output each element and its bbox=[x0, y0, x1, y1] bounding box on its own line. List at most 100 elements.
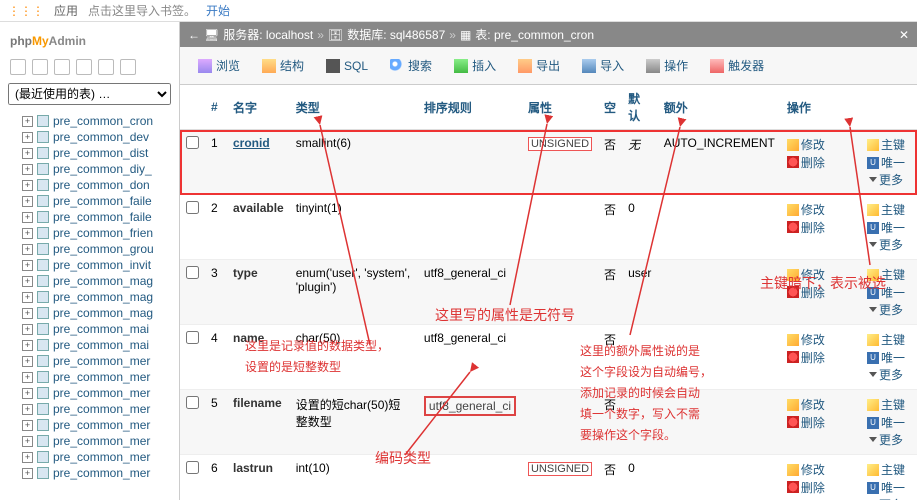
expand-icon[interactable]: + bbox=[22, 292, 33, 303]
tree-item[interactable]: +pre_common_mer bbox=[0, 417, 179, 433]
primary-action[interactable]: 主键 bbox=[867, 136, 905, 153]
tree-item[interactable]: +pre_common_mer bbox=[0, 401, 179, 417]
drop-action[interactable]: 删除 bbox=[787, 219, 825, 236]
tree-item[interactable]: +pre_common_don bbox=[0, 177, 179, 193]
hdr-type[interactable]: 类型 bbox=[290, 85, 418, 130]
tab-search[interactable]: 搜索 bbox=[380, 53, 442, 78]
tree-item[interactable]: +pre_common_faile bbox=[0, 193, 179, 209]
more-action[interactable]: 更多 bbox=[867, 431, 903, 448]
logout-icon[interactable] bbox=[32, 59, 48, 75]
tree-item[interactable]: +pre_common_mai bbox=[0, 337, 179, 353]
row-checkbox[interactable] bbox=[186, 396, 199, 409]
tree-item[interactable]: +pre_common_faile bbox=[0, 209, 179, 225]
expand-icon[interactable]: + bbox=[22, 148, 33, 159]
apps-label[interactable]: 应用 bbox=[54, 2, 78, 19]
expand-icon[interactable]: + bbox=[22, 436, 33, 447]
sql-icon[interactable] bbox=[54, 59, 70, 75]
hdr-collation[interactable]: 排序规则 bbox=[418, 85, 522, 130]
expand-icon[interactable]: + bbox=[22, 340, 33, 351]
tree-item[interactable]: +pre_common_mer bbox=[0, 449, 179, 465]
unique-action[interactable]: U唯一 bbox=[867, 219, 905, 236]
bc-server[interactable]: 服务器: localhost bbox=[223, 26, 313, 43]
edit-action[interactable]: 修改 bbox=[787, 266, 825, 283]
expand-icon[interactable]: + bbox=[22, 164, 33, 175]
unique-action[interactable]: U唯一 bbox=[867, 414, 905, 431]
expand-icon[interactable]: + bbox=[22, 244, 33, 255]
edit-action[interactable]: 修改 bbox=[787, 136, 825, 153]
drop-action[interactable]: 删除 bbox=[787, 284, 825, 301]
tab-structure[interactable]: 结构 bbox=[252, 53, 314, 78]
tree-item[interactable]: +pre_common_mag bbox=[0, 289, 179, 305]
hdr-attr[interactable]: 属性 bbox=[522, 85, 598, 130]
tab-sql[interactable]: SQL bbox=[316, 53, 378, 78]
row-checkbox[interactable] bbox=[186, 136, 199, 149]
edit-action[interactable]: 修改 bbox=[787, 201, 825, 218]
primary-action[interactable]: 主键 bbox=[867, 461, 905, 478]
tree-item[interactable]: +pre_common_frien bbox=[0, 225, 179, 241]
expand-icon[interactable]: + bbox=[22, 116, 33, 127]
tree-item[interactable]: +pre_common_mag bbox=[0, 273, 179, 289]
tree-item[interactable]: +pre_common_mai bbox=[0, 321, 179, 337]
arrow-icon[interactable]: ← bbox=[188, 28, 200, 42]
docs-icon[interactable] bbox=[76, 59, 92, 75]
tab-insert[interactable]: 插入 bbox=[444, 53, 506, 78]
expand-icon[interactable]: + bbox=[22, 404, 33, 415]
edit-action[interactable]: 修改 bbox=[787, 461, 825, 478]
home-icon[interactable] bbox=[10, 59, 26, 75]
row-checkbox[interactable] bbox=[186, 266, 199, 279]
edit-action[interactable]: 修改 bbox=[787, 396, 825, 413]
edit-action[interactable]: 修改 bbox=[787, 331, 825, 348]
expand-icon[interactable]: + bbox=[22, 132, 33, 143]
hdr-null[interactable]: 空 bbox=[598, 85, 622, 130]
hdr-extra[interactable]: 额外 bbox=[658, 85, 781, 130]
start-link[interactable]: 开始 bbox=[206, 2, 230, 19]
tree-item[interactable]: +pre_common_dist bbox=[0, 145, 179, 161]
primary-action[interactable]: 主键 bbox=[867, 201, 905, 218]
primary-action[interactable]: 主键 bbox=[867, 266, 905, 283]
tree-item[interactable]: +pre_common_cron bbox=[0, 113, 179, 129]
tree-item[interactable]: +pre_common_mer bbox=[0, 465, 179, 481]
tree-item[interactable]: +pre_common_mer bbox=[0, 353, 179, 369]
more-action[interactable]: 更多 bbox=[867, 301, 903, 318]
expand-icon[interactable]: + bbox=[22, 420, 33, 431]
expand-icon[interactable]: + bbox=[22, 468, 33, 479]
tab-export[interactable]: 导出 bbox=[508, 53, 570, 78]
hdr-ops[interactable]: 操作 bbox=[781, 85, 861, 130]
expand-icon[interactable]: + bbox=[22, 356, 33, 367]
row-checkbox[interactable] bbox=[186, 331, 199, 344]
primary-action[interactable]: 主键 bbox=[867, 331, 905, 348]
expand-icon[interactable]: + bbox=[22, 308, 33, 319]
expand-icon[interactable]: + bbox=[22, 228, 33, 239]
tab-browse[interactable]: 浏览 bbox=[188, 53, 250, 78]
close-icon[interactable]: ✕ bbox=[899, 28, 909, 42]
tree-item[interactable]: +pre_common_invit bbox=[0, 257, 179, 273]
expand-icon[interactable]: + bbox=[22, 452, 33, 463]
expand-icon[interactable]: + bbox=[22, 196, 33, 207]
more-action[interactable]: 更多 bbox=[867, 236, 903, 253]
unique-action[interactable]: U唯一 bbox=[867, 479, 905, 496]
tab-ops[interactable]: 操作 bbox=[636, 53, 698, 78]
tree-item[interactable]: +pre_common_mer bbox=[0, 385, 179, 401]
recent-tables-select[interactable]: (最近使用的表) … bbox=[8, 83, 171, 105]
unique-action[interactable]: U唯一 bbox=[867, 284, 905, 301]
more-action[interactable]: 更多 bbox=[867, 496, 903, 500]
hdr-num[interactable]: # bbox=[205, 85, 227, 130]
tree-item[interactable]: +pre_common_diy_ bbox=[0, 161, 179, 177]
tree-item[interactable]: +pre_common_grou bbox=[0, 241, 179, 257]
expand-icon[interactable]: + bbox=[22, 324, 33, 335]
tree-item[interactable]: +pre_common_dev bbox=[0, 129, 179, 145]
tree-item[interactable]: +pre_common_mag bbox=[0, 305, 179, 321]
drop-action[interactable]: 删除 bbox=[787, 349, 825, 366]
col-name-link[interactable]: cronid bbox=[233, 136, 270, 150]
tab-import[interactable]: 导入 bbox=[572, 53, 634, 78]
drop-action[interactable]: 删除 bbox=[787, 154, 825, 171]
bc-db[interactable]: 数据库: sql486587 bbox=[347, 26, 445, 43]
more-action[interactable]: 更多 bbox=[867, 171, 903, 188]
unique-action[interactable]: U唯一 bbox=[867, 154, 905, 171]
expand-icon[interactable]: + bbox=[22, 180, 33, 191]
expand-icon[interactable]: + bbox=[22, 372, 33, 383]
expand-icon[interactable]: + bbox=[22, 260, 33, 271]
drop-action[interactable]: 删除 bbox=[787, 414, 825, 431]
unique-action[interactable]: U唯一 bbox=[867, 349, 905, 366]
settings-icon[interactable] bbox=[98, 59, 114, 75]
